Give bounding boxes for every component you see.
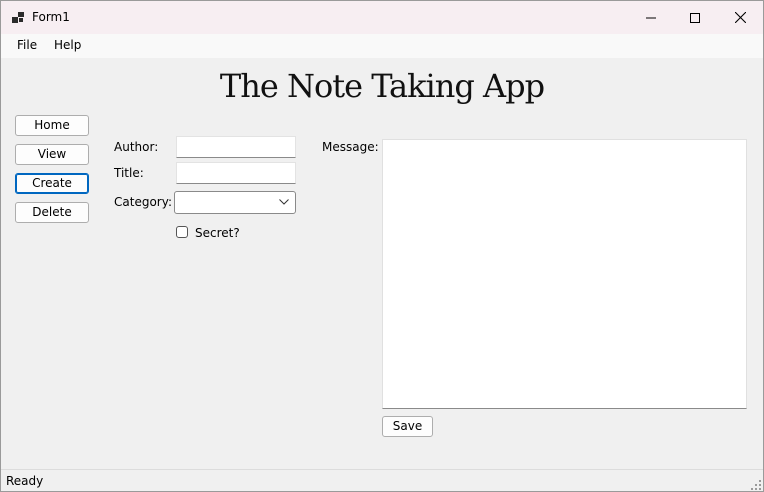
app-title: The Note Taking App	[219, 67, 545, 105]
menu-help[interactable]: Help	[54, 38, 81, 52]
close-icon	[734, 12, 746, 23]
delete-button[interactable]: Delete	[15, 202, 89, 223]
message-label: Message:	[322, 140, 379, 154]
home-button[interactable]: Home	[15, 115, 89, 136]
message-textarea[interactable]	[382, 139, 747, 409]
category-label: Category:	[114, 195, 172, 209]
status-text: Ready	[6, 474, 44, 488]
view-button[interactable]: View	[15, 144, 89, 165]
maximize-icon	[690, 12, 700, 23]
secret-label[interactable]: Secret?	[195, 226, 240, 240]
secret-checkbox[interactable]	[176, 226, 188, 238]
window-title: Form1	[32, 10, 70, 24]
author-label: Author:	[114, 140, 159, 154]
resize-grip-icon[interactable]	[751, 480, 761, 490]
app-icon	[12, 12, 24, 23]
chevron-down-icon	[279, 199, 289, 205]
title-bar[interactable]: Form1	[1, 1, 763, 34]
create-button[interactable]: Create	[15, 173, 89, 194]
author-field[interactable]	[176, 136, 296, 158]
status-bar: Ready	[1, 469, 763, 491]
maximize-button[interactable]	[672, 1, 718, 34]
minimize-button[interactable]	[628, 1, 674, 34]
title-field[interactable]	[176, 162, 296, 184]
close-button[interactable]	[717, 1, 763, 34]
save-button[interactable]: Save	[382, 416, 433, 437]
menu-file[interactable]: File	[17, 38, 37, 52]
menu-bar: File Help	[1, 34, 763, 58]
title-label: Title:	[114, 166, 144, 180]
main-window: Form1 File Help The Note Taking App Home…	[0, 0, 764, 492]
minimize-icon	[646, 17, 656, 18]
category-dropdown[interactable]	[174, 191, 296, 214]
